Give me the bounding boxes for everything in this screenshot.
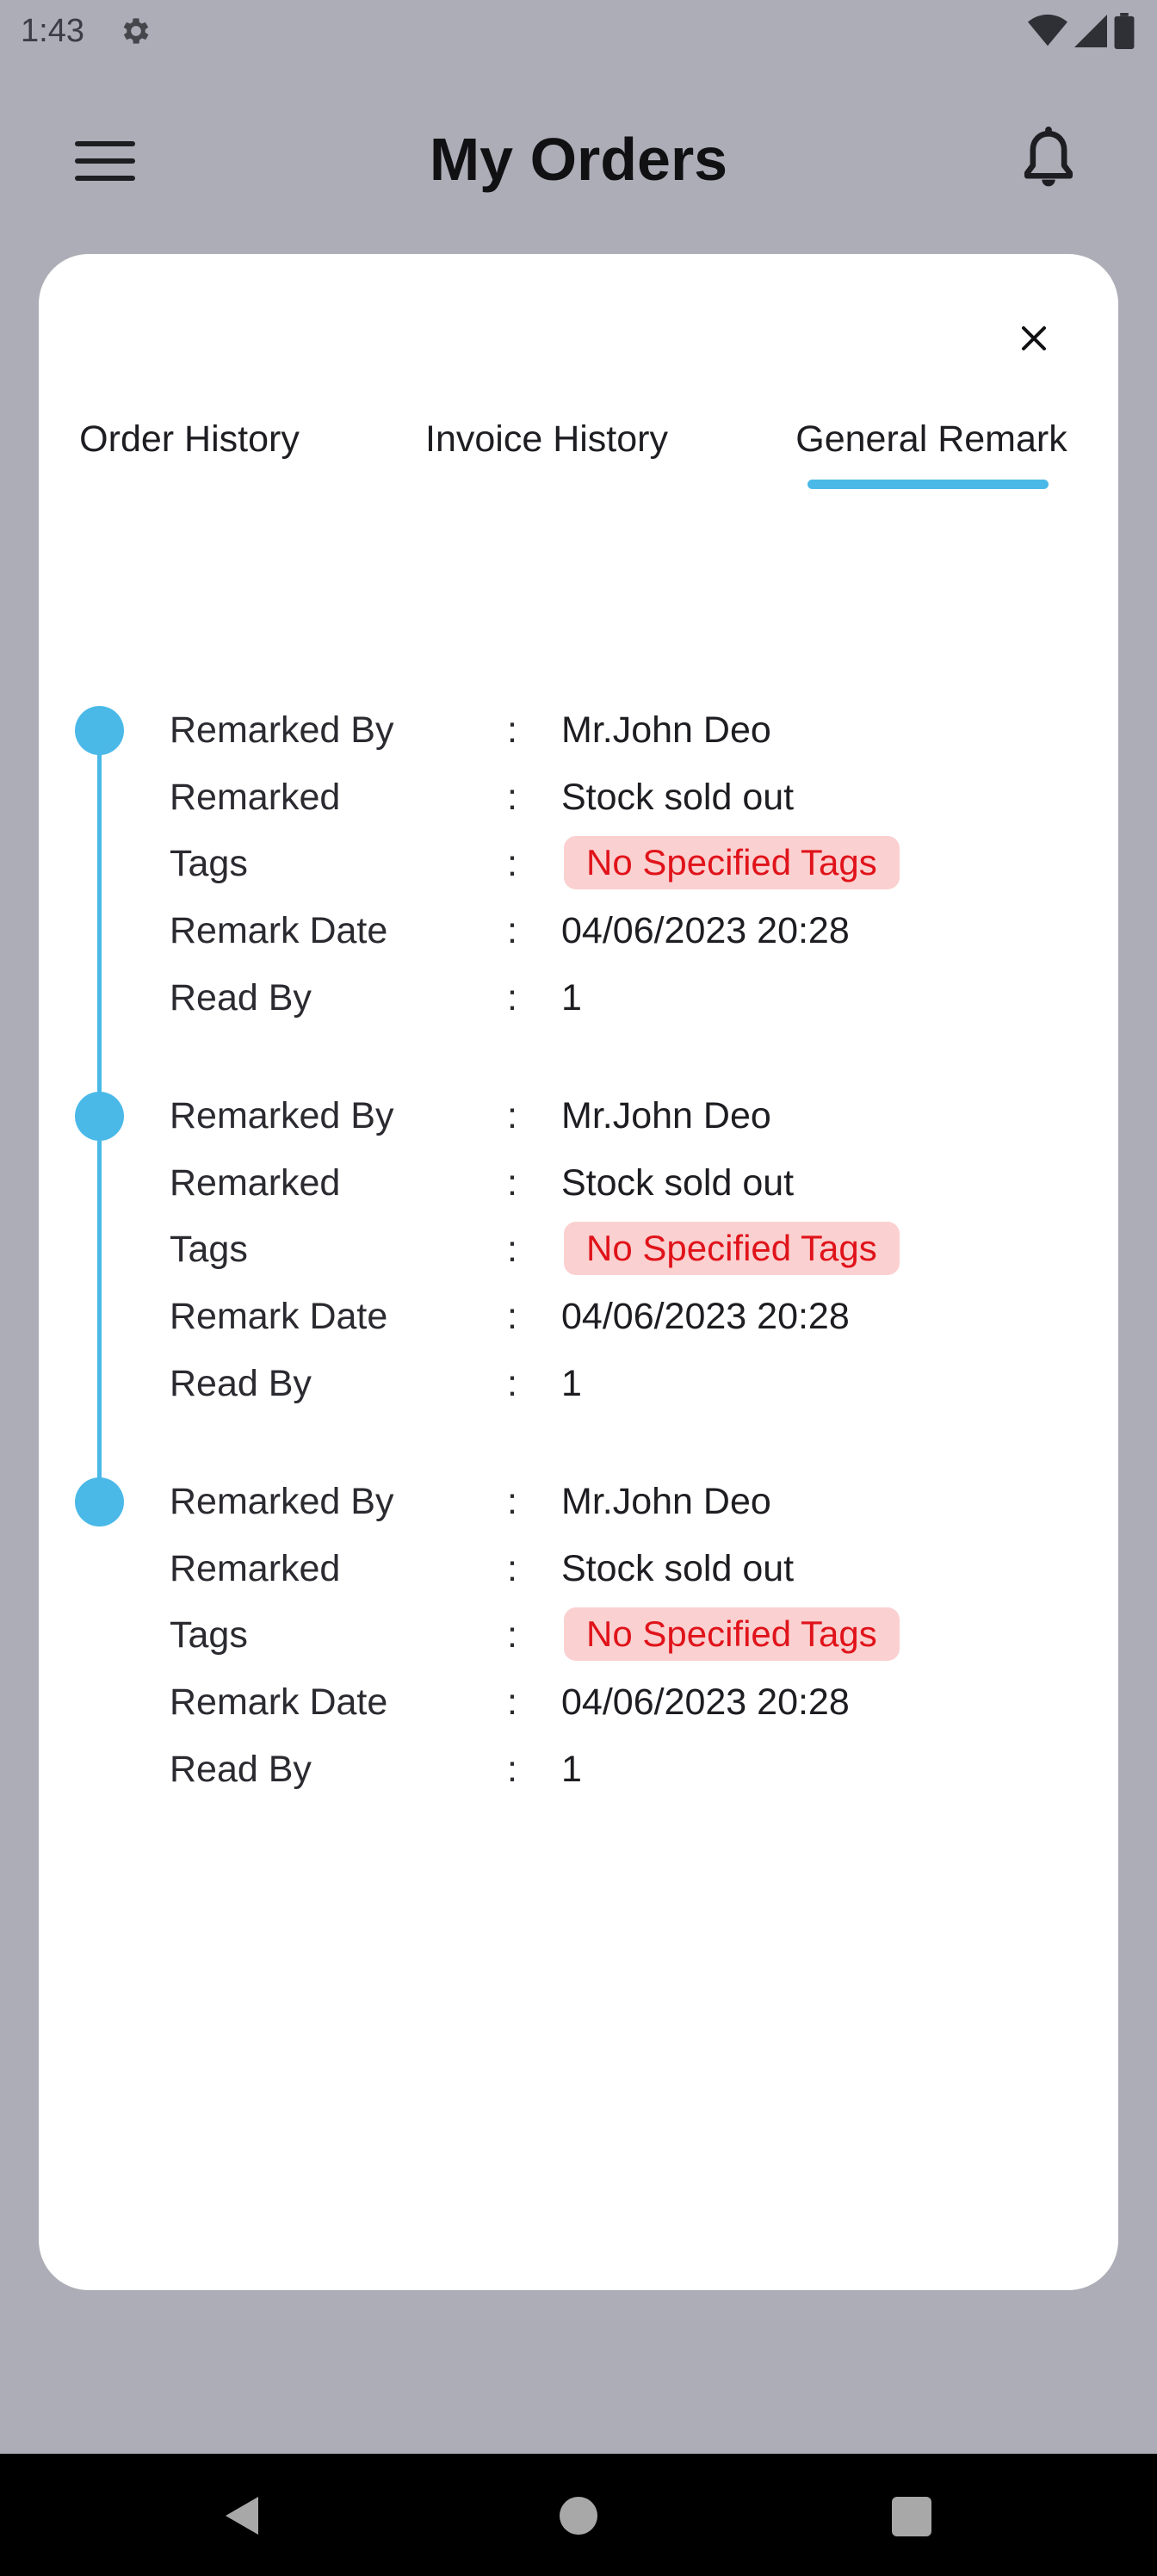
remark-colon: : [507,910,517,951]
remark-colon: : [507,1614,517,1656]
remark-entry: Remarked By : Mr.John Deo Remarked : Sto… [39,1477,1118,1822]
remark-row-remarked: Remarked : Stock sold out [170,1543,1073,1595]
battery-icon [1114,13,1135,49]
settings-gear-icon [123,18,149,44]
timeline-dot [75,1477,124,1526]
remark-row-remarked: Remarked : Stock sold out [170,1157,1073,1209]
remark-label: Read By [170,977,312,1019]
tab-general-remark[interactable]: General Remark [781,396,1082,482]
status-bar: 1:43 [0,0,1157,62]
remark-colon: : [507,977,517,1019]
remark-row-read-by: Read By : 1 [170,972,1073,1024]
remark-label: Tags [170,1229,248,1270]
remark-value: Mr.John Deo [561,709,771,751]
remark-value: 04/06/2023 20:28 [561,1681,850,1723]
remark-label: Remarked [170,1548,341,1589]
remark-label: Remarked By [170,1095,394,1136]
remark-row-tags: Tags : No Specified Tags [170,1607,1073,1661]
remark-row-read-by: Read By : 1 [170,1358,1073,1409]
remark-label: Tags [170,843,248,884]
remark-value: 1 [561,1363,582,1404]
remark-value: Mr.John Deo [561,1095,771,1136]
page-title: My Orders [429,126,728,193]
remark-label: Remark Date [170,1296,388,1337]
app-bar: My Orders [0,86,1157,232]
remark-colon: : [507,1681,517,1723]
remark-value: Stock sold out [561,777,795,818]
remark-row-tags: Tags : No Specified Tags [170,1222,1073,1275]
remark-value: 1 [561,1749,582,1790]
remark-label: Remarked [170,1162,341,1204]
remark-colon: : [507,777,517,818]
remark-label: Remark Date [170,1681,388,1723]
tag-badge: No Specified Tags [564,1222,900,1275]
status-time: 1:43 [21,13,84,49]
remark-value: 04/06/2023 20:28 [561,1296,850,1337]
remark-row-remarked-by: Remarked By : Mr.John Deo [170,1090,1073,1142]
cellular-signal-icon [1074,15,1107,47]
remark-colon: : [507,709,517,751]
remark-colon: : [507,1229,517,1270]
remark-label: Tags [170,1614,248,1656]
notification-button[interactable] [1014,121,1083,198]
remark-colon: : [507,1749,517,1790]
remark-row-remark-date: Remark Date : 04/06/2023 20:28 [170,1291,1073,1342]
remark-row-remark-date: Remark Date : 04/06/2023 20:28 [170,1676,1073,1728]
remark-label: Remarked By [170,1481,394,1522]
remark-row-read-by: Read By : 1 [170,1743,1073,1795]
remark-colon: : [507,843,517,884]
remark-label: Remarked [170,777,341,818]
remark-value: Mr.John Deo [561,1481,771,1522]
remark-row-remark-date: Remark Date : 04/06/2023 20:28 [170,905,1073,957]
remark-label: Read By [170,1363,312,1404]
timeline-dot [75,1092,124,1141]
timeline-dot [75,706,124,755]
bell-icon [1024,127,1073,187]
remark-label: Remarked By [170,709,394,751]
remark-value: Stock sold out [561,1548,795,1589]
remark-row-remarked: Remarked : Stock sold out [170,771,1073,823]
system-navigation-bar [0,2454,1157,2576]
tab-invoice-history[interactable]: Invoice History [409,396,684,482]
tab-bar: Order History Invoice History General Re… [39,396,1118,491]
home-icon[interactable] [560,2497,597,2535]
status-icons [1028,12,1135,50]
remark-row-remarked-by: Remarked By : Mr.John Deo [170,1476,1073,1527]
recents-icon[interactable] [892,2497,931,2536]
remark-value: 04/06/2023 20:28 [561,910,850,951]
remark-label: Remark Date [170,910,388,951]
remark-colon: : [507,1363,517,1404]
remark-colon: : [507,1296,517,1337]
tab-order-history[interactable]: Order History [73,396,306,482]
remark-colon: : [507,1162,517,1204]
tag-badge: No Specified Tags [564,1607,900,1661]
remark-row-remarked-by: Remarked By : Mr.John Deo [170,704,1073,756]
remark-label: Read By [170,1749,312,1790]
remark-row-tags: Tags : No Specified Tags [170,836,1073,889]
remark-value: 1 [561,977,582,1019]
remark-colon: : [507,1481,517,1522]
remark-value: Stock sold out [561,1162,795,1204]
close-icon [1022,326,1046,350]
close-button[interactable] [1003,307,1065,369]
remark-entry: Remarked By : Mr.John Deo Remarked : Sto… [39,1092,1118,1436]
remark-colon: : [507,1095,517,1136]
wifi-icon [1028,14,1067,46]
general-remark-sheet: Order History Invoice History General Re… [39,254,1118,2290]
remark-entry: Remarked By : Mr.John Deo Remarked : Sto… [39,706,1118,1050]
tag-badge: No Specified Tags [564,836,900,889]
back-icon[interactable] [215,2490,267,2542]
remark-colon: : [507,1548,517,1589]
tab-selected-indicator [807,480,1049,489]
